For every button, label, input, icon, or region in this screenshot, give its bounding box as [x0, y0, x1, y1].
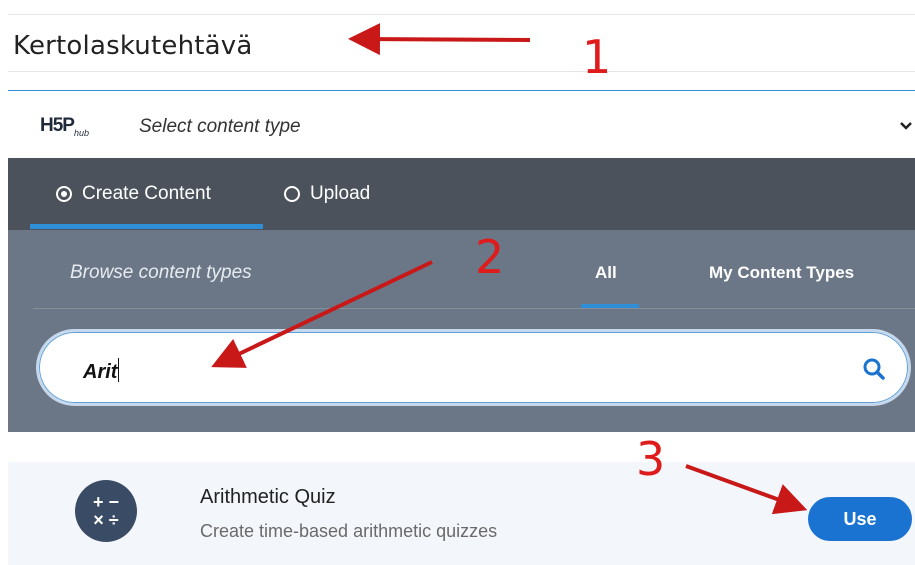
tab-create-content[interactable]: Create Content: [56, 182, 211, 206]
tab-upload-label: Upload: [310, 183, 371, 204]
use-button[interactable]: Use: [808, 497, 912, 541]
divider: [33, 308, 915, 309]
text-caret: [118, 358, 120, 382]
search-input[interactable]: Arit: [36, 329, 911, 406]
tab-bar: Create Content Upload: [8, 158, 915, 230]
radio-unchecked-icon: [284, 186, 300, 202]
content-type-description: Create time-based arithmetic quizzes: [200, 521, 498, 541]
filter-my-content-types[interactable]: My Content Types: [709, 263, 854, 283]
annotation-number-1: 1: [582, 30, 612, 84]
annotation-number-3: 3: [636, 432, 666, 486]
h5p-hub-logo: H5Phub: [40, 115, 89, 138]
tab-create-content-label: Create Content: [82, 183, 211, 204]
radio-checked-icon: [56, 186, 72, 202]
select-content-type-label: Select content type: [139, 116, 301, 137]
search-icon[interactable]: [862, 357, 886, 381]
hub-select-bar[interactable]: H5Phub Select content type: [8, 90, 915, 158]
content-title-field[interactable]: Kertolaskutehtävä: [8, 14, 915, 72]
active-tab-indicator: [30, 224, 263, 229]
tab-upload[interactable]: Upload: [284, 182, 370, 206]
annotation-number-2: 2: [475, 230, 505, 284]
content-type-title: Arithmetic Quiz: [200, 486, 336, 508]
content-title-text: Kertolaskutehtävä: [13, 31, 253, 61]
content-type-list-item[interactable]: + − × ÷ Arithmetic Quiz Create time-base…: [8, 462, 915, 565]
filter-all[interactable]: All: [595, 263, 617, 283]
browse-content-types-label: Browse content types: [70, 262, 252, 283]
browse-panel: Browse content types All My Content Type…: [8, 230, 915, 432]
search-input-value: Arit: [83, 358, 120, 384]
chevron-down-icon[interactable]: [899, 119, 913, 133]
arithmetic-quiz-icon: + − × ÷: [75, 480, 137, 542]
